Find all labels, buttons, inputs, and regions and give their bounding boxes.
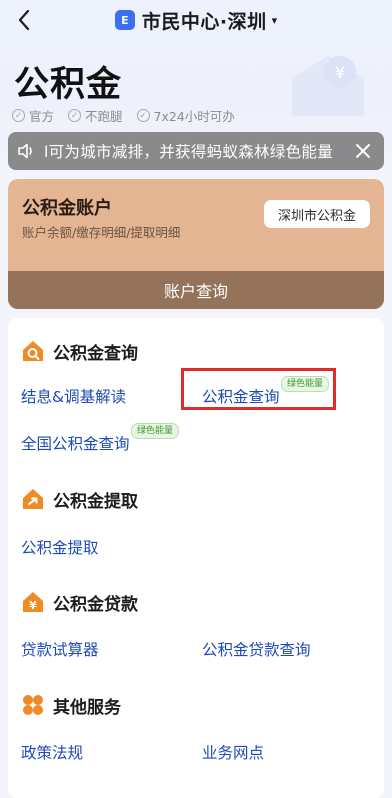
badge-24h: ✓ 7x24小时可办 xyxy=(136,106,235,125)
link-fund-withdraw[interactable]: 公积金提取 xyxy=(21,536,99,558)
badge-official: ✓ 官方 xyxy=(12,106,54,125)
section-title: 其他服务 xyxy=(53,697,121,718)
account-card: 公积金账户 账户余额/缴存明细/提取明细 深圳市公积金 账户查询 xyxy=(8,179,384,309)
mini-program-switcher[interactable]: E 市民中心·深圳 ▾ xyxy=(0,7,392,33)
check-circle-icon: ✓ xyxy=(68,109,82,122)
section-title: 公积金提取 xyxy=(53,491,138,512)
speaker-icon xyxy=(8,132,44,170)
badge-label: 官方 xyxy=(29,109,55,124)
link-loan-query[interactable]: 公积金贷款查询 xyxy=(202,638,311,660)
badge-label: 7x24小时可办 xyxy=(153,109,235,124)
account-subtitle: 账户余额/缴存明细/提取明细 xyxy=(22,225,181,240)
account-title: 公积金账户 xyxy=(22,198,112,219)
nav-title: 市民中心·深圳 xyxy=(141,10,267,33)
house-yuan-icon: ¥ xyxy=(292,56,364,116)
section-query-header: 公积金查询 xyxy=(21,338,138,364)
badge-label: 不跑腿 xyxy=(85,109,123,124)
section-withdraw-header: 公积金提取 xyxy=(21,486,138,512)
page-title: 公积金 xyxy=(14,65,123,105)
clover-grid-icon xyxy=(21,693,45,717)
green-energy-tag: 绿色能量 xyxy=(131,423,180,439)
city-fund-button[interactable]: 深圳市公积金 xyxy=(263,200,370,228)
service-badges: ✓ 官方 ✓ 不跑腿 ✓ 7x24小时可办 xyxy=(12,106,235,125)
check-circle-icon: ✓ xyxy=(12,109,25,122)
house-search-icon xyxy=(21,339,45,363)
section-loan-header: ¥ 公积金贷款 xyxy=(21,589,138,615)
navigation-bar: E 市民中心·深圳 ▾ xyxy=(0,0,392,40)
close-button[interactable] xyxy=(342,132,384,170)
badge-no-visit: ✓ 不跑腿 xyxy=(68,106,123,125)
app-logo-icon: E xyxy=(114,10,135,30)
section-title: 公积金查询 xyxy=(53,343,138,364)
link-loan-calculator[interactable]: 贷款试算器 xyxy=(21,638,99,660)
account-query-button[interactable]: 账户查询 xyxy=(8,271,384,309)
house-arrow-icon xyxy=(21,487,45,511)
section-other-header: 其他服务 xyxy=(21,692,121,718)
highlight-box xyxy=(181,368,336,410)
link-interest-adjustment[interactable]: 结息&调基解读 xyxy=(21,385,126,407)
close-icon xyxy=(356,144,370,158)
link-national-fund-query[interactable]: 全国公积金查询 xyxy=(21,432,130,454)
check-circle-icon: ✓ xyxy=(136,109,150,122)
notice-text: l可为城市减排，并获得蚂蚁森林绿色能量 xyxy=(44,143,334,161)
caret-down-icon: ▾ xyxy=(271,13,278,27)
section-title: 公积金贷款 xyxy=(53,594,138,615)
notice-bar[interactable]: l可为城市减排，并获得蚂蚁森林绿色能量 xyxy=(8,132,384,170)
svg-text:¥: ¥ xyxy=(29,599,37,612)
house-yuan-icon: ¥ xyxy=(21,590,45,614)
link-policies[interactable]: 政策法规 xyxy=(21,741,83,763)
link-service-outlets[interactable]: 业务网点 xyxy=(202,741,264,763)
svg-text:¥: ¥ xyxy=(335,63,345,82)
